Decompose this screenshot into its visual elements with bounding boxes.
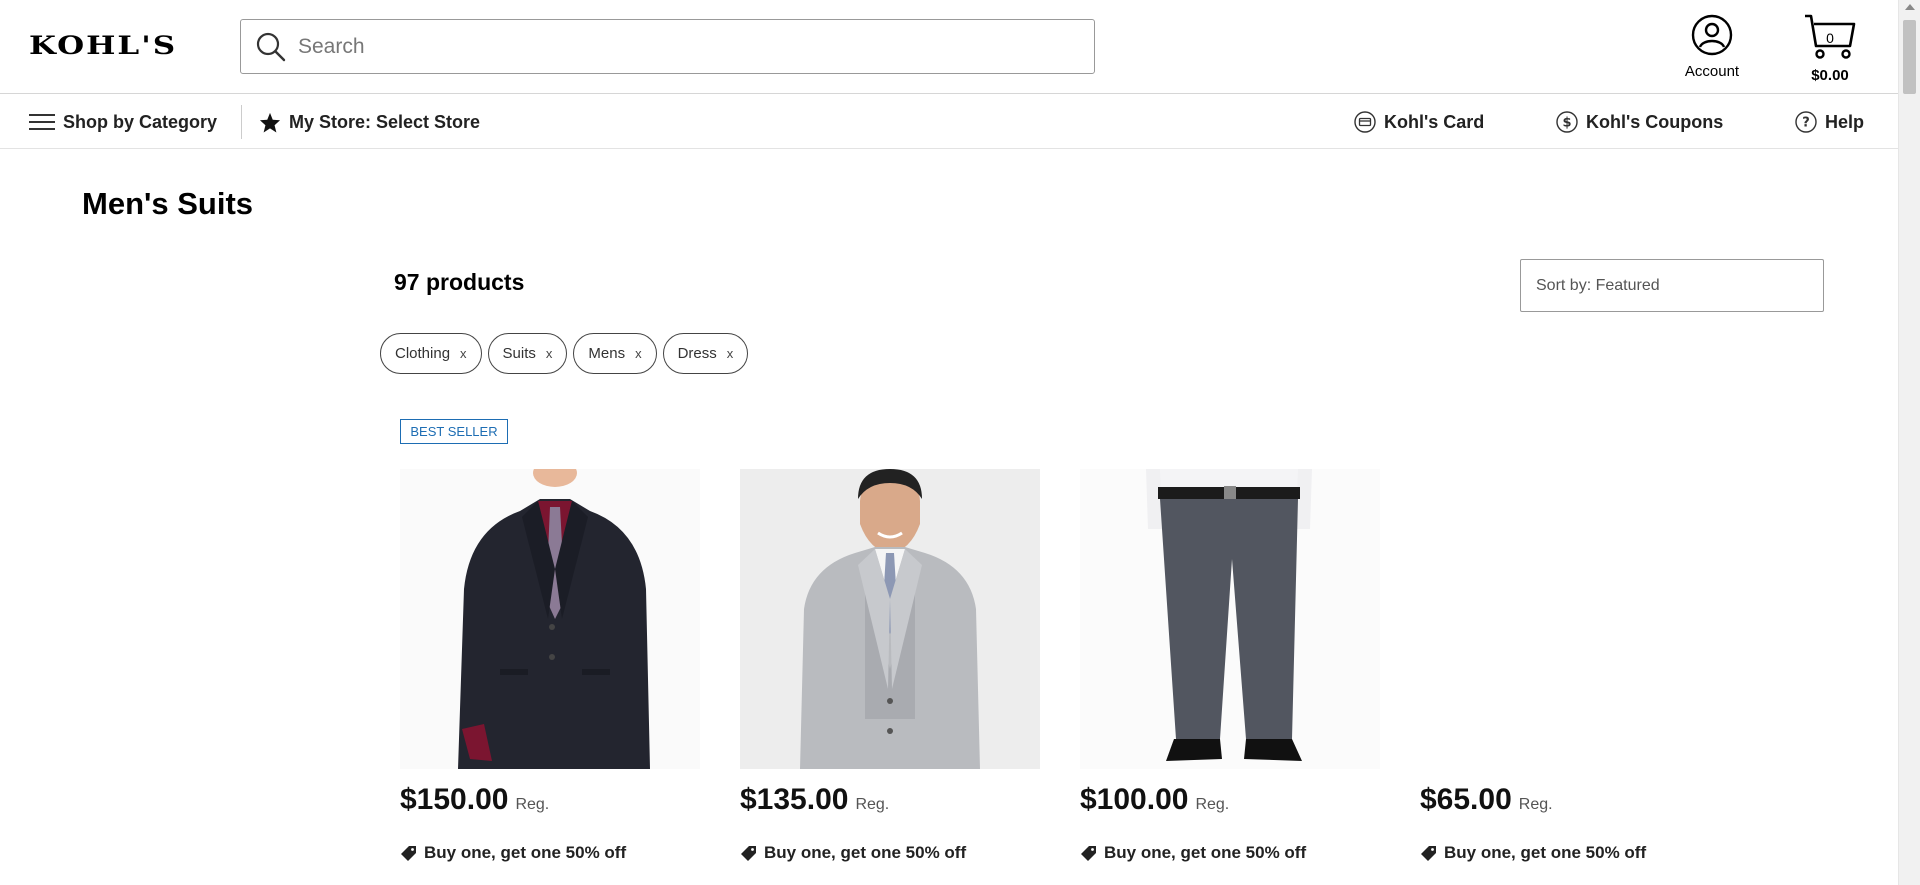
best-seller-badge: BEST SELLER (400, 419, 508, 444)
product-image[interactable] (400, 469, 700, 769)
search-icon[interactable] (254, 30, 288, 64)
promo-text: Buy one, get one 50% off (1444, 843, 1647, 862)
site-header: KOHL'S Account 0 $0.00 (0, 0, 1898, 94)
sort-dropdown[interactable]: Sort by: Featured (1520, 259, 1824, 312)
kohls-coupons-label: Kohl's Coupons (1586, 111, 1724, 132)
shop-by-category-button[interactable]: Shop by Category (29, 95, 217, 149)
product-image[interactable] (1080, 469, 1380, 769)
vertical-scrollbar[interactable] (1898, 0, 1920, 885)
product-count: 97 products (394, 269, 525, 295)
filter-chip-dress[interactable]: Dress x (662, 333, 749, 374)
hamburger-menu-icon (29, 113, 55, 131)
account-button[interactable]: Account (1675, 14, 1749, 80)
filter-chip-label: Suits (502, 345, 536, 362)
regular-price-label: Reg. (1195, 796, 1230, 813)
scrollbar-thumb[interactable] (1903, 20, 1916, 94)
filter-chip-label: Dress (677, 345, 717, 362)
product-card[interactable] (740, 469, 1040, 769)
scroll-up-arrow-icon[interactable] (1905, 4, 1915, 10)
credit-card-icon (1354, 111, 1376, 133)
remove-filter-icon[interactable]: x (635, 346, 642, 361)
filter-chip-label: Mens (588, 345, 626, 362)
regular-price-label: Reg. (1518, 796, 1553, 813)
dollar-coin-icon: $ (1556, 111, 1578, 133)
remove-filter-icon[interactable]: x (460, 346, 467, 361)
product-price: $135.00 (740, 783, 849, 816)
account-icon (1691, 14, 1733, 60)
promo-offer[interactable]: Buy one, get one 50% off (1420, 843, 1646, 863)
product-image[interactable] (740, 469, 1040, 769)
shop-by-category-label: Shop by Category (63, 111, 218, 132)
regular-price-label: Reg. (855, 796, 890, 813)
my-store-label: My Store: Select Store (289, 111, 481, 132)
price-tag-icon (740, 845, 757, 862)
product-card[interactable] (400, 469, 700, 769)
kohls-card-link[interactable]: Kohl's Card (1354, 95, 1484, 149)
filter-chips: Clothing x Suits x Mens x Dress x (380, 333, 749, 374)
product-image[interactable] (1420, 469, 1720, 769)
price-row: $150.00 Reg. (400, 783, 549, 817)
my-store-button[interactable]: My Store: Select Store (259, 95, 480, 149)
nav-divider (241, 105, 242, 139)
svg-text:$: $ (1562, 116, 1571, 131)
price-row: $65.00 Reg. (1420, 783, 1553, 817)
price-row: $100.00 Reg. (1080, 783, 1229, 817)
product-price: $150.00 (400, 783, 509, 816)
account-label: Account (1684, 63, 1740, 80)
svg-text:?: ? (1802, 116, 1810, 131)
promo-offer[interactable]: Buy one, get one 50% off (1080, 843, 1306, 863)
remove-filter-icon[interactable]: x (727, 346, 734, 361)
cart-total: $0.00 (1811, 67, 1849, 84)
filter-chip-clothing[interactable]: Clothing x (380, 333, 482, 374)
remove-filter-icon[interactable]: x (546, 346, 553, 361)
filter-chip-label: Clothing (395, 345, 451, 362)
promo-offer[interactable]: Buy one, get one 50% off (400, 843, 626, 863)
price-tag-icon (1080, 845, 1097, 862)
price-tag-icon (1420, 845, 1437, 862)
kohls-coupons-link[interactable]: $ Kohl's Coupons (1556, 95, 1723, 149)
filter-chip-suits[interactable]: Suits x (487, 333, 568, 374)
product-card[interactable] (1420, 469, 1720, 769)
filter-chip-mens[interactable]: Mens x (573, 333, 657, 374)
product-price: $65.00 (1420, 783, 1512, 816)
sort-label: Sort by: Featured (1536, 276, 1660, 294)
kohls-card-label: Kohl's Card (1384, 111, 1485, 132)
search-input[interactable] (298, 34, 1078, 59)
star-icon (259, 112, 281, 133)
search-bar[interactable] (240, 19, 1095, 74)
price-row: $135.00 Reg. (740, 783, 889, 817)
regular-price-label: Reg. (515, 796, 550, 813)
cart-icon (1802, 14, 1858, 66)
cart-button[interactable]: 0 $0.00 (1802, 12, 1858, 84)
product-price: $100.00 (1080, 783, 1189, 816)
promo-text: Buy one, get one 50% off (764, 843, 967, 862)
cart-count: 0 (1826, 30, 1834, 46)
promo-text: Buy one, get one 50% off (424, 843, 627, 862)
help-link[interactable]: ? Help (1795, 95, 1864, 149)
page-title: Men's Suits (82, 186, 254, 221)
help-question-icon: ? (1795, 111, 1817, 133)
product-card[interactable] (1080, 469, 1380, 769)
help-label: Help (1825, 111, 1865, 132)
price-tag-icon (400, 845, 417, 862)
nav-bar: Shop by Category My Store: Select Store … (0, 95, 1898, 149)
promo-text: Buy one, get one 50% off (1104, 843, 1307, 862)
promo-offer[interactable]: Buy one, get one 50% off (740, 843, 966, 863)
kohls-logo[interactable]: KOHL'S (29, 31, 177, 61)
